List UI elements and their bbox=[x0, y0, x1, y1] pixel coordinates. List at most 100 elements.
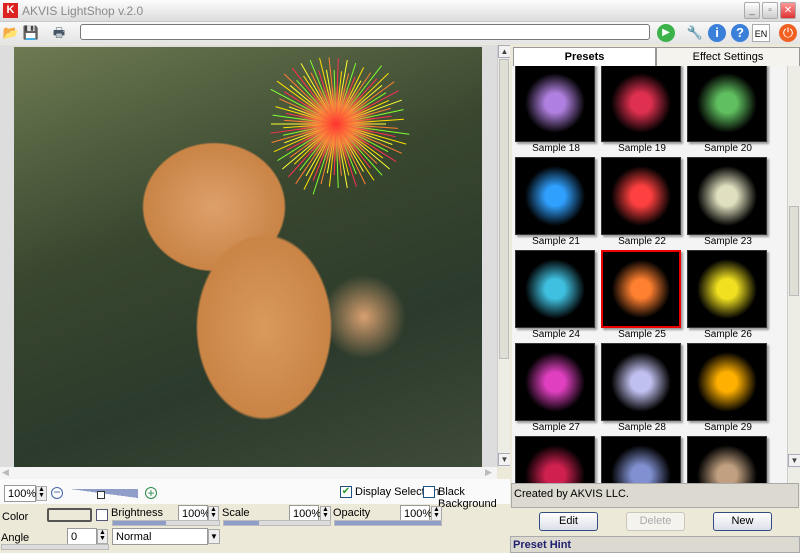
minimize-button[interactable]: _ bbox=[744, 2, 760, 19]
preset-thumbnail[interactable] bbox=[687, 66, 767, 142]
print-icon[interactable]: 🖶 bbox=[50, 24, 68, 42]
bottom-panel: 100% ▲ ▼ − + ✔ Display Selection Black Ba… bbox=[0, 479, 510, 553]
scale-slider[interactable] bbox=[223, 520, 331, 526]
zoom-slider-thumb[interactable] bbox=[96, 491, 105, 499]
preset-item[interactable]: Sample 21 bbox=[515, 157, 597, 247]
settings-icon[interactable]: 🔧 bbox=[686, 24, 704, 42]
preset-info: Created by AKVIS LLC. bbox=[511, 483, 799, 508]
angle-label: Angle bbox=[1, 532, 30, 544]
preset-label: Sample 27 bbox=[532, 422, 580, 433]
preset-label: Sample 22 bbox=[618, 236, 666, 247]
close-button[interactable]: ✕ bbox=[780, 2, 796, 19]
preset-item[interactable] bbox=[601, 436, 683, 483]
angle-input[interactable]: 0 bbox=[67, 528, 97, 545]
preset-label: Sample 26 bbox=[704, 329, 752, 340]
tab-presets[interactable]: Presets bbox=[513, 47, 656, 66]
scroll-left-button[interactable]: ◀ bbox=[2, 467, 9, 478]
preset-thumbnail[interactable] bbox=[687, 343, 767, 421]
zoom-spinner[interactable]: ▲ ▼ bbox=[36, 486, 47, 501]
brightness-slider[interactable] bbox=[112, 520, 220, 526]
preset-label: Sample 18 bbox=[532, 143, 580, 154]
angle-slider[interactable] bbox=[1, 544, 109, 550]
window-title: AKVIS LightShop v.2.0 bbox=[22, 4, 144, 18]
color-checkbox[interactable] bbox=[96, 509, 108, 521]
save-icon[interactable]: 💾 bbox=[22, 24, 40, 42]
preset-grid: Sample 18 Sample 19 Sample 20 Sample 21 Samp… bbox=[512, 66, 787, 483]
preset-item[interactable]: Sample 19 bbox=[601, 66, 683, 154]
opacity-spinner[interactable]: ▲ ▼ bbox=[431, 506, 442, 521]
color-label: Color bbox=[2, 511, 29, 523]
preset-item[interactable]: Sample 29 bbox=[687, 343, 769, 433]
preset-thumbnail[interactable] bbox=[601, 436, 681, 483]
angle-spinner[interactable]: ▲ ▼ bbox=[97, 529, 108, 544]
preset-item[interactable]: Sample 27 bbox=[515, 343, 597, 433]
preset-item[interactable]: Sample 25 bbox=[601, 250, 683, 340]
language-button[interactable]: EN bbox=[752, 24, 770, 42]
opacity-slider[interactable] bbox=[334, 520, 442, 526]
power-icon[interactable]: ⏻ bbox=[779, 24, 797, 42]
preset-label: Sample 24 bbox=[532, 329, 580, 340]
open-icon[interactable]: 📂 bbox=[2, 24, 20, 42]
preset-thumbnail[interactable] bbox=[601, 250, 681, 328]
preset-label: Sample 19 bbox=[618, 143, 666, 154]
preset-label: Sample 25 bbox=[618, 329, 666, 340]
run-button[interactable]: ▶ bbox=[657, 24, 675, 42]
preset-thumbnail[interactable] bbox=[601, 66, 681, 142]
delete-button[interactable]: Delete bbox=[626, 512, 685, 531]
preset-label: Sample 23 bbox=[704, 236, 752, 247]
zoom-input[interactable]: 100% bbox=[4, 485, 36, 502]
help-icon[interactable]: ? bbox=[731, 24, 749, 42]
preset-thumbnail[interactable] bbox=[515, 157, 595, 235]
preset-scroll-down-button[interactable]: ▼ bbox=[788, 454, 800, 467]
brightness-label: Brightness bbox=[111, 507, 163, 519]
preset-thumbnail[interactable] bbox=[515, 250, 595, 328]
edit-button[interactable]: Edit bbox=[539, 512, 598, 531]
title-bar: K AKVIS LightShop v.2.0 _ ▫ ✕ bbox=[0, 0, 800, 22]
horizontal-scrollbar[interactable]: ◀ ▶ bbox=[0, 467, 497, 479]
scroll-right-button[interactable]: ▶ bbox=[485, 467, 492, 478]
preset-thumbnail[interactable] bbox=[515, 436, 595, 483]
chevron-down-icon[interactable]: ▼ bbox=[208, 529, 220, 544]
preset-item[interactable]: Sample 18 bbox=[515, 66, 597, 154]
preset-scroll-thumb[interactable] bbox=[789, 206, 799, 296]
maximize-button[interactable]: ▫ bbox=[762, 2, 778, 19]
preset-thumbnail[interactable] bbox=[515, 343, 595, 421]
black-background-checkbox[interactable] bbox=[423, 486, 435, 498]
display-selection-checkbox[interactable]: ✔ bbox=[340, 486, 352, 498]
vertical-scrollbar[interactable]: ▲ ▼ bbox=[497, 45, 511, 467]
preset-item[interactable] bbox=[515, 436, 597, 483]
preset-item[interactable]: Sample 24 bbox=[515, 250, 597, 340]
preset-label: Sample 21 bbox=[532, 236, 580, 247]
brightness-spinner[interactable]: ▲ ▼ bbox=[208, 506, 219, 521]
preset-label: Sample 29 bbox=[704, 422, 752, 433]
preset-thumbnail[interactable] bbox=[687, 436, 767, 483]
blend-mode-select[interactable]: Normal bbox=[112, 528, 208, 545]
preset-thumbnail[interactable] bbox=[601, 343, 681, 421]
color-swatch[interactable] bbox=[47, 508, 92, 522]
preset-item[interactable]: Sample 23 bbox=[687, 157, 769, 247]
tab-effect-settings[interactable]: Effect Settings bbox=[656, 47, 800, 66]
path-field[interactable] bbox=[80, 24, 650, 40]
photo-preview[interactable] bbox=[14, 47, 482, 467]
preset-thumbnail[interactable] bbox=[687, 250, 767, 328]
info-icon[interactable]: i bbox=[708, 24, 726, 42]
black-background-label: Black Background bbox=[438, 486, 497, 510]
light-effect bbox=[270, 57, 410, 195]
opacity-label: Opacity bbox=[333, 507, 371, 519]
preset-item[interactable]: Sample 28 bbox=[601, 343, 683, 433]
preset-scrollbar[interactable]: ▼ bbox=[787, 66, 800, 483]
preset-thumbnail[interactable] bbox=[515, 66, 595, 142]
preset-thumbnail[interactable] bbox=[601, 157, 681, 235]
scroll-thumb[interactable] bbox=[499, 59, 509, 359]
preset-item[interactable]: Sample 26 bbox=[687, 250, 769, 340]
preset-thumbnail[interactable] bbox=[687, 157, 767, 235]
preset-label: Sample 20 bbox=[704, 143, 752, 154]
scale-spinner[interactable]: ▲ ▼ bbox=[320, 506, 331, 521]
zoom-out-icon[interactable]: − bbox=[51, 486, 63, 499]
preset-item[interactable]: Sample 22 bbox=[601, 157, 683, 247]
preset-item[interactable]: Sample 20 bbox=[687, 66, 769, 154]
new-button[interactable]: New bbox=[713, 512, 772, 531]
zoom-in-icon[interactable]: + bbox=[145, 487, 157, 499]
preset-item[interactable] bbox=[687, 436, 769, 483]
scale-label: Scale bbox=[222, 507, 250, 519]
